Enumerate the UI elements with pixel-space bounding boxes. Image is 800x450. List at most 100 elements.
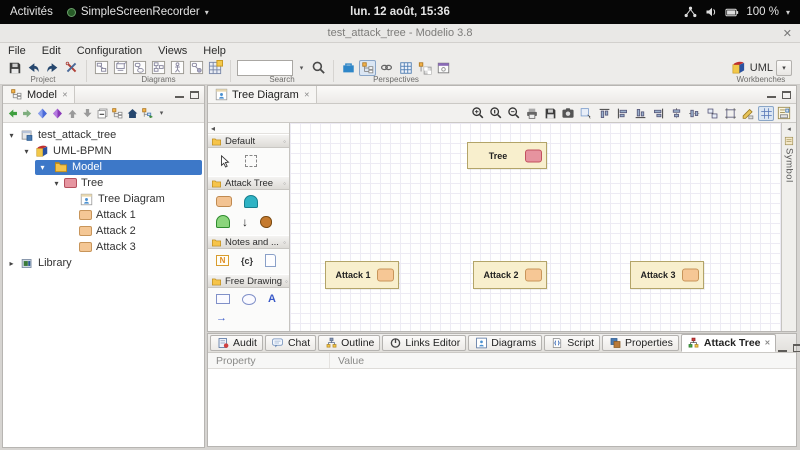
tab-script[interactable]: Script: [544, 335, 600, 351]
nav-up-button[interactable]: [65, 106, 79, 120]
new-activity-diagram-button[interactable]: [131, 60, 148, 76]
diagram-node-attack1[interactable]: Attack 1: [325, 261, 399, 289]
pin-icon[interactable]: ◦: [285, 277, 288, 286]
style-editor-button[interactable]: [740, 106, 756, 121]
palette-collapse-button[interactable]: ◂: [211, 124, 215, 133]
close-icon[interactable]: ✕: [765, 339, 771, 347]
or-gate-tool[interactable]: [216, 215, 230, 228]
minimize-panel-button[interactable]: [767, 91, 776, 98]
tree-row-tree[interactable]: ▾ Tree: [3, 175, 204, 191]
new-composite-diagram-button[interactable]: [150, 60, 167, 76]
diagram-node-attack3[interactable]: Attack 3: [630, 261, 704, 289]
project-perspective-button[interactable]: [340, 60, 357, 76]
align-bottom-button[interactable]: [632, 106, 648, 121]
pin-icon[interactable]: ◦: [283, 179, 286, 188]
diagram-canvas[interactable]: Tree Attack 1 Attack 2 Attack 3: [290, 123, 781, 331]
tree-settings-button[interactable]: [140, 106, 154, 120]
align-top-button[interactable]: [596, 106, 612, 121]
align-right-button[interactable]: [650, 106, 666, 121]
expander-icon[interactable]: ▾: [5, 131, 18, 140]
zoom-in-button[interactable]: [470, 106, 486, 121]
expander-icon[interactable]: ▾: [20, 147, 33, 156]
new-matrix-button[interactable]: [207, 60, 224, 76]
tree-row-library[interactable]: ▸ Library: [3, 255, 204, 271]
tab-attack-tree[interactable]: Attack Tree ✕: [681, 334, 777, 352]
palette-section-free-drawing[interactable]: Free Drawing ◦: [208, 274, 289, 288]
nav-down-button[interactable]: [80, 106, 94, 120]
draw-text-tool[interactable]: A: [268, 293, 276, 305]
nav-previous-selection-button[interactable]: [35, 106, 49, 120]
new-usecase-diagram-button[interactable]: [169, 60, 186, 76]
search-history-dropdown[interactable]: ▾: [295, 60, 308, 76]
script-perspective-button[interactable]: [435, 60, 452, 76]
expander-icon[interactable]: ▾: [36, 163, 49, 172]
print-button[interactable]: [524, 106, 540, 121]
tree-row-model[interactable]: ▾ Model: [3, 159, 204, 175]
window-close-button[interactable]: ✕: [783, 24, 792, 43]
search-icon[interactable]: [310, 60, 327, 76]
close-icon[interactable]: ✕: [304, 91, 310, 99]
undo-button[interactable]: [25, 60, 42, 76]
menu-configuration[interactable]: Configuration: [69, 45, 150, 57]
model-perspective-button[interactable]: [359, 60, 376, 76]
system-status-area[interactable]: 100 % ▾: [683, 5, 800, 19]
diagram-tab[interactable]: Tree Diagram ✕: [208, 86, 317, 103]
marquee-selection-tool[interactable]: [245, 155, 257, 167]
tab-outline[interactable]: Outline: [318, 335, 380, 351]
column-property[interactable]: Property: [208, 353, 330, 368]
matrix-perspective-button[interactable]: [397, 60, 414, 76]
collapse-all-button[interactable]: [95, 106, 109, 120]
nav-back-button[interactable]: [5, 106, 19, 120]
window-title-bar[interactable]: test_attack_tree - Modelio 3.8 ✕: [0, 24, 800, 43]
tree-row-diagram[interactable]: Tree Diagram: [3, 191, 204, 207]
screenshot-button[interactable]: [560, 106, 576, 121]
save-image-button[interactable]: [542, 106, 558, 121]
expander-icon[interactable]: ▸: [5, 259, 18, 268]
draw-line-tool[interactable]: →: [216, 312, 227, 324]
constraint-tool[interactable]: {c}: [241, 256, 253, 266]
model-panel-tab[interactable]: Model ✕: [3, 86, 75, 103]
pin-icon[interactable]: ◦: [283, 238, 286, 247]
zoom-out-button[interactable]: [506, 106, 522, 121]
zoom-original-button[interactable]: [488, 106, 504, 121]
palette-section-default[interactable]: Default ◦: [208, 134, 289, 148]
pin-icon[interactable]: ◦: [283, 137, 286, 146]
draw-rectangle-tool[interactable]: [216, 294, 230, 304]
link-tool[interactable]: ↓: [242, 216, 248, 228]
minimize-panel-button[interactable]: [778, 345, 787, 352]
symbol-side-tab[interactable]: ◂ Symbol: [781, 123, 796, 331]
focused-app-menu[interactable]: SimpleScreenRecorder ▾: [67, 6, 209, 18]
model-matrix-perspective-button[interactable]: [416, 60, 433, 76]
tree-row-attack1[interactable]: Attack 1: [3, 207, 204, 223]
tree-row-attack2[interactable]: Attack 2: [3, 223, 204, 239]
auto-size-button[interactable]: [722, 106, 738, 121]
link-with-editor-button[interactable]: [110, 106, 124, 120]
tab-chat[interactable]: Chat: [265, 335, 316, 351]
nav-forward-button[interactable]: [20, 106, 34, 120]
close-icon[interactable]: ✕: [62, 91, 68, 99]
tree-row-attack3[interactable]: Attack 3: [3, 239, 204, 255]
align-left-button[interactable]: [614, 106, 630, 121]
document-tool[interactable]: [265, 254, 276, 267]
palette-section-notes[interactable]: Notes and ... ◦: [208, 235, 289, 249]
attack-node-tool[interactable]: [216, 196, 232, 207]
select-tool[interactable]: [216, 153, 233, 169]
workbench-dropdown-button[interactable]: ▾: [776, 60, 792, 76]
tab-properties[interactable]: Properties: [602, 335, 679, 351]
maximize-panel-button[interactable]: [782, 91, 791, 99]
redo-button[interactable]: [44, 60, 61, 76]
tab-audit[interactable]: Audit: [210, 335, 263, 351]
column-value[interactable]: Value: [330, 355, 364, 367]
minimize-panel-button[interactable]: [175, 91, 184, 98]
tab-links-editor[interactable]: Links Editor: [382, 335, 466, 351]
new-class-diagram-button[interactable]: [93, 60, 110, 76]
toggle-grid-button[interactable]: [758, 106, 774, 121]
tree-row-project[interactable]: ▾ test_attack_tree: [3, 127, 204, 143]
palette-section-attack-tree[interactable]: Attack Tree ◦: [208, 176, 289, 190]
note-tool[interactable]: N: [216, 255, 229, 266]
fit-selection-button[interactable]: [578, 106, 594, 121]
maximize-panel-button[interactable]: [190, 91, 199, 99]
save-button[interactable]: [6, 60, 23, 76]
search-input[interactable]: [237, 60, 293, 76]
new-deployment-diagram-button[interactable]: [112, 60, 129, 76]
